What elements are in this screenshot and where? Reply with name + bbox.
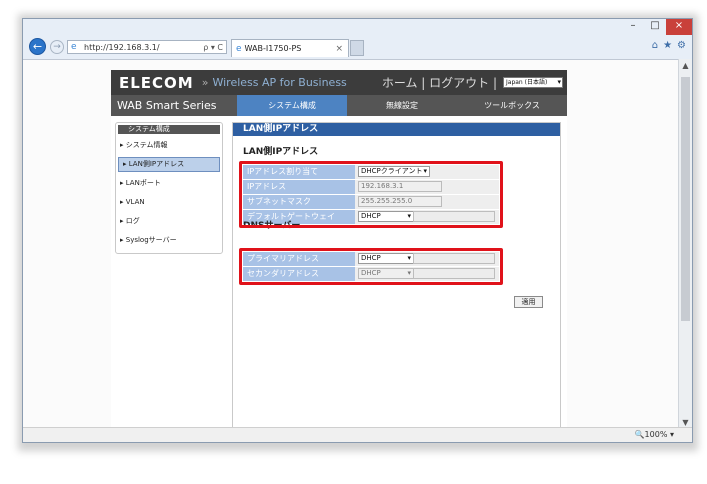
chevron-down-icon: ▾ <box>669 430 674 439</box>
page-body: システム構成 ▸ システム情報 ▸ LAN側IPアドレス ▸ LANポート ▸ … <box>111 116 567 432</box>
zoom-value: 🔍100% <box>634 430 668 439</box>
url-text: http://192.168.3.1/ <box>84 42 160 52</box>
elecom-logo: ELECOM <box>119 73 194 92</box>
status-bar: 🔍100% ▾ <box>23 427 692 442</box>
sidebar-item-label: Syslogサーバー <box>125 236 177 244</box>
vertical-scrollbar[interactable]: ▲ ▼ <box>678 59 692 429</box>
chevron-down-icon: ▾ <box>557 78 561 86</box>
settings-gear-icon[interactable]: ⚙ <box>677 40 686 51</box>
lan-section-title: LAN側IPアドレス <box>243 147 319 157</box>
browser-tab[interactable]: e WAB-I1750-PS × <box>231 39 349 57</box>
sidebar-item-lan-port[interactable]: ▸ LANポート <box>116 174 222 193</box>
sidebar-item-label: LANポート <box>125 179 161 187</box>
main-nav: WAB Smart Series システム構成 無線設定 ツールボックス <box>111 95 567 116</box>
language-value: Japan (日本語) <box>506 79 548 86</box>
highlight-box-lan <box>239 161 503 228</box>
sidebar-item-label: システム情報 <box>125 141 168 149</box>
tab-close-icon[interactable]: × <box>335 44 343 54</box>
window-controls: – □ × <box>622 19 692 35</box>
browser-right-icons: ⌂ ★ ⚙ <box>652 40 686 51</box>
address-tools-icon[interactable]: ρ ▾ C <box>203 43 223 52</box>
forward-button[interactable]: → <box>50 40 64 54</box>
sidebar-title: システム構成 <box>118 125 220 134</box>
scroll-up-icon[interactable]: ▲ <box>679 61 692 70</box>
page-header: ELECOM » Wireless AP for Business ホーム | … <box>111 70 567 95</box>
highlight-box-dns <box>239 248 503 285</box>
browser-toolbar: – □ × ← → e http://192.168.3.1/ ρ ▾ C e … <box>23 19 692 59</box>
tab-system-config[interactable]: システム構成 <box>237 95 347 116</box>
sidebar-item-label: VLAN <box>125 198 145 206</box>
sidebar-item-label: ログ <box>125 217 140 225</box>
main-panel: LAN側IPアドレス LAN側IPアドレス IPアドレス割り当て DHCPクライ… <box>232 122 561 432</box>
home-icon[interactable]: ⌂ <box>652 40 658 51</box>
page-viewport: ELECOM » Wireless AP for Business ホーム | … <box>23 59 680 432</box>
address-bar[interactable]: e http://192.168.3.1/ ρ ▾ C <box>67 40 227 54</box>
panel-title: LAN側IPアドレス <box>233 123 560 136</box>
sidebar-item-lan-ip[interactable]: ▸ LAN側IPアドレス <box>118 157 220 172</box>
sidebar-item-syslog[interactable]: ▸ Syslogサーバー <box>116 231 222 250</box>
tab-toolbox[interactable]: ツールボックス <box>457 95 567 116</box>
sidebar-item-log[interactable]: ▸ ログ <box>116 212 222 231</box>
apply-button[interactable]: 適用 <box>514 296 543 308</box>
ie-icon: e <box>71 42 77 52</box>
tab-wireless-settings[interactable]: 無線設定 <box>347 95 457 116</box>
language-select[interactable]: Japan (日本語) ▾ <box>503 77 563 88</box>
scroll-down-icon[interactable]: ▼ <box>679 418 692 427</box>
product-name: Wireless AP for Business <box>212 76 347 89</box>
series-label: WAB Smart Series <box>117 99 217 112</box>
sidebar-item-vlan[interactable]: ▸ VLAN <box>116 193 222 212</box>
favorites-icon[interactable]: ★ <box>663 40 672 51</box>
zoom-level[interactable]: 🔍100% ▾ <box>635 430 674 439</box>
sidebar-item-label: LAN側IPアドレス <box>128 160 185 168</box>
scrollbar-thumb[interactable] <box>681 77 690 321</box>
ie-icon: e <box>236 43 242 54</box>
back-button[interactable]: ← <box>29 38 46 55</box>
close-window-button[interactable]: × <box>666 19 692 35</box>
header-links[interactable]: ホーム | ログアウト | <box>382 74 497 91</box>
maximize-button[interactable]: □ <box>644 19 666 35</box>
tab-title: WAB-I1750-PS <box>244 44 302 53</box>
sidebar-item-system-info[interactable]: ▸ システム情報 <box>116 136 222 155</box>
sidebar: システム構成 ▸ システム情報 ▸ LAN側IPアドレス ▸ LANポート ▸ … <box>115 122 223 254</box>
router-admin-page: ELECOM » Wireless AP for Business ホーム | … <box>111 70 567 432</box>
new-tab-button[interactable] <box>350 40 364 56</box>
minimize-button[interactable]: – <box>622 19 644 35</box>
browser-window: – □ × ← → e http://192.168.3.1/ ρ ▾ C e … <box>22 18 693 443</box>
chevron-icon: » <box>201 76 209 89</box>
